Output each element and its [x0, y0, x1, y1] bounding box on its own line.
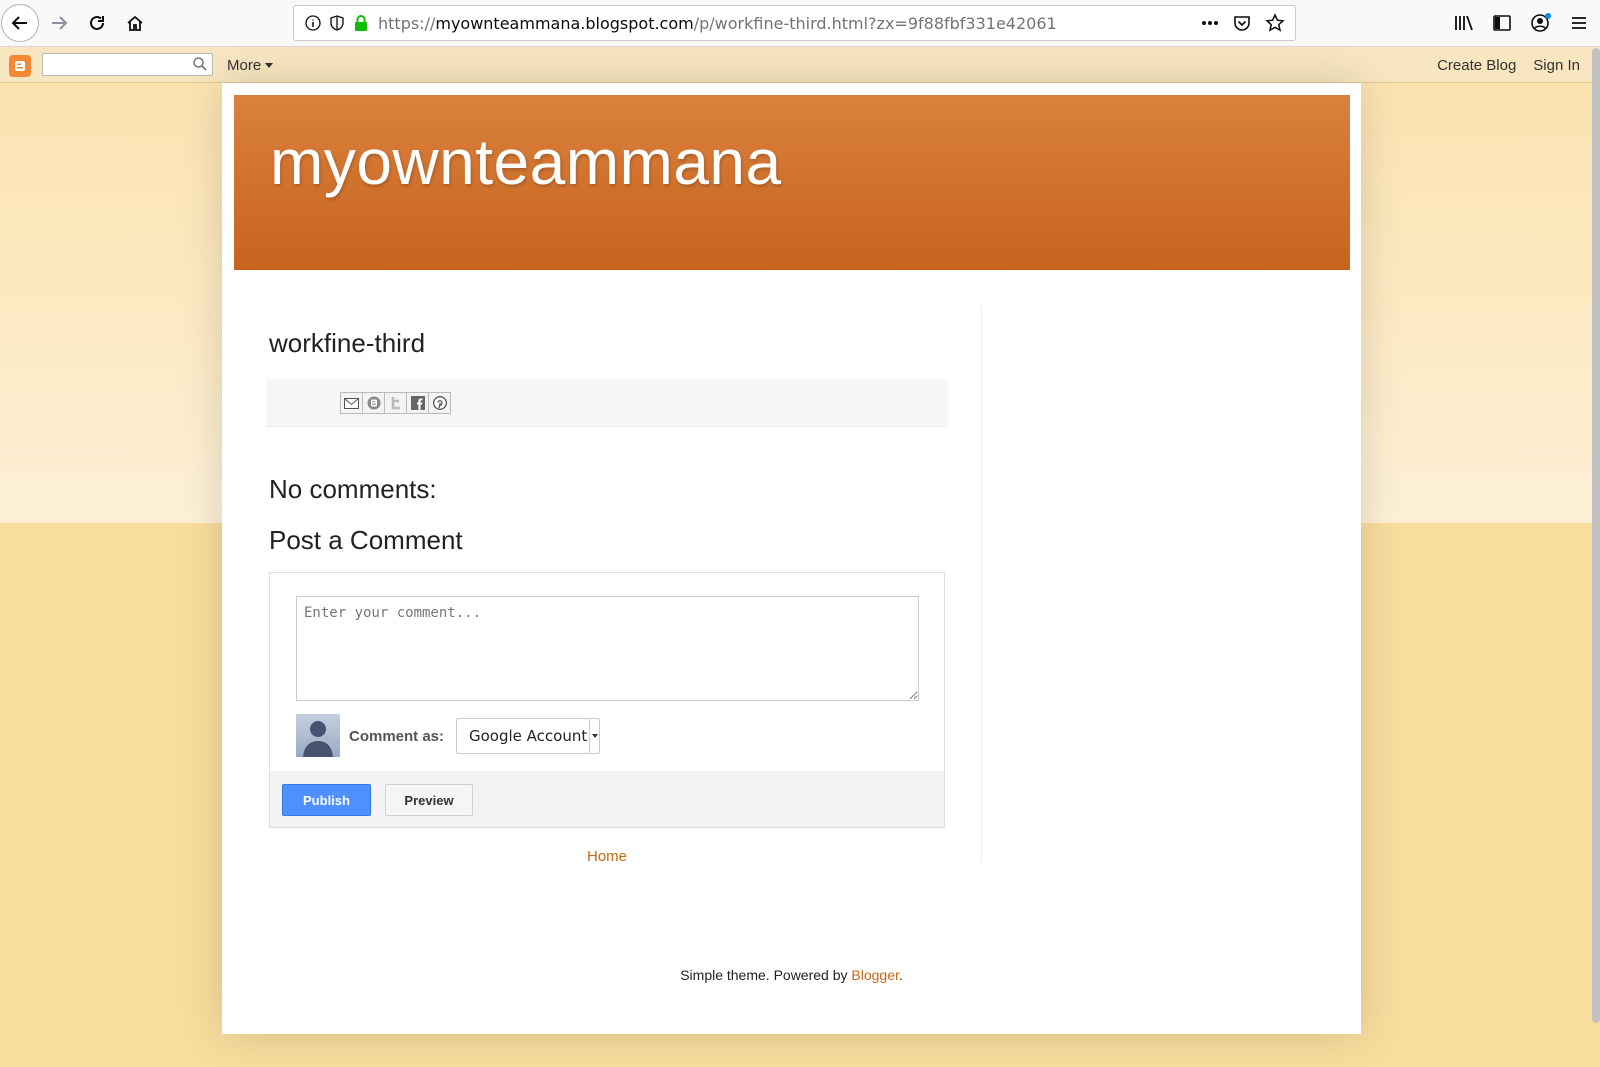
pocket-icon[interactable]	[1233, 14, 1251, 32]
blogger-logo-icon[interactable]	[9, 55, 31, 77]
comment-form: Comment as: Google Account Publish Previ…	[269, 572, 945, 828]
blogger-navbar: More Create Blog Sign In	[0, 47, 1600, 83]
email-share-button[interactable]	[340, 392, 363, 414]
pinterest-share-icon	[432, 396, 447, 410]
sidebar-icon[interactable]	[1492, 14, 1512, 32]
blogthis-share-icon	[367, 396, 380, 410]
blog-title[interactable]: myownteammana	[270, 125, 782, 199]
library-icon[interactable]	[1454, 14, 1474, 32]
footer-text: Simple theme. Powered by	[680, 967, 852, 983]
menu-icon[interactable]	[1570, 15, 1588, 31]
comment-identity-value: Google Account	[469, 727, 588, 745]
create-blog-link[interactable]: Create Blog	[1437, 57, 1516, 74]
post-a-comment-heading: Post a Comment	[269, 525, 463, 555]
preview-button[interactable]: Preview	[385, 784, 473, 816]
footer-period: .	[898, 967, 903, 983]
pinterest-share-button[interactable]	[428, 392, 451, 414]
lock-icon[interactable]	[353, 14, 369, 32]
comment-textarea[interactable]	[296, 596, 919, 701]
info-icon[interactable]	[305, 15, 321, 31]
email-share-icon	[344, 397, 359, 409]
comment-as-label: Comment as:	[349, 728, 445, 745]
comment-identity-select[interactable]: Google Account	[456, 718, 600, 754]
facebook-share-button[interactable]	[406, 392, 429, 414]
avatar	[296, 714, 340, 757]
home-icon	[127, 15, 143, 31]
account-icon[interactable]	[1530, 13, 1552, 33]
dropdown-arrow-icon	[589, 719, 599, 753]
page-footer: Simple theme. Powered by Blogger.	[222, 967, 1361, 983]
blog-header: myownteammana	[234, 95, 1350, 270]
user-silhouette-icon	[303, 721, 333, 757]
more-menu[interactable]: More	[227, 57, 274, 74]
forward-button[interactable]	[40, 4, 78, 42]
chevron-down-icon	[265, 63, 274, 68]
home-button[interactable]	[116, 4, 154, 42]
back-icon	[11, 16, 27, 30]
reload-icon	[90, 15, 104, 30]
blog-search-input[interactable]	[42, 53, 213, 76]
blogger-link[interactable]: Blogger	[851, 967, 898, 983]
post-footer-share-bar	[266, 379, 948, 427]
bookmark-star-icon[interactable]	[1265, 13, 1285, 33]
home-link[interactable]: Home	[587, 848, 627, 865]
forward-icon	[52, 16, 68, 30]
reload-button[interactable]	[78, 4, 116, 42]
back-button[interactable]	[1, 4, 39, 42]
sign-in-link[interactable]: Sign In	[1533, 57, 1580, 74]
more-label: More	[227, 57, 262, 74]
search-icon[interactable]	[192, 56, 208, 72]
url-text[interactable]: https://myownteammana.blogspot.com/p/wor…	[378, 14, 1057, 33]
scrollbar[interactable]	[1592, 48, 1600, 1023]
url-bar[interactable]: https://myownteammana.blogspot.com/p/wor…	[293, 5, 1296, 41]
browser-toolbar: https://myownteammana.blogspot.com/p/wor…	[0, 0, 1600, 47]
content-card: myownteammana workfine-third No comments…	[222, 83, 1361, 1034]
twitter-share-icon	[391, 397, 400, 410]
facebook-share-icon	[410, 396, 425, 410]
blogthis-share-button[interactable]	[362, 392, 385, 414]
twitter-share-button[interactable]	[384, 392, 407, 414]
sidebar-divider	[981, 306, 982, 861]
publish-button[interactable]: Publish	[282, 784, 371, 816]
tracking-shield-icon[interactable]	[329, 15, 345, 31]
comment-form-actions: Publish Preview	[270, 771, 944, 827]
post-title: workfine-third	[269, 328, 426, 358]
no-comments-heading: No comments:	[269, 474, 437, 504]
page-actions-icon[interactable]	[1201, 20, 1219, 26]
